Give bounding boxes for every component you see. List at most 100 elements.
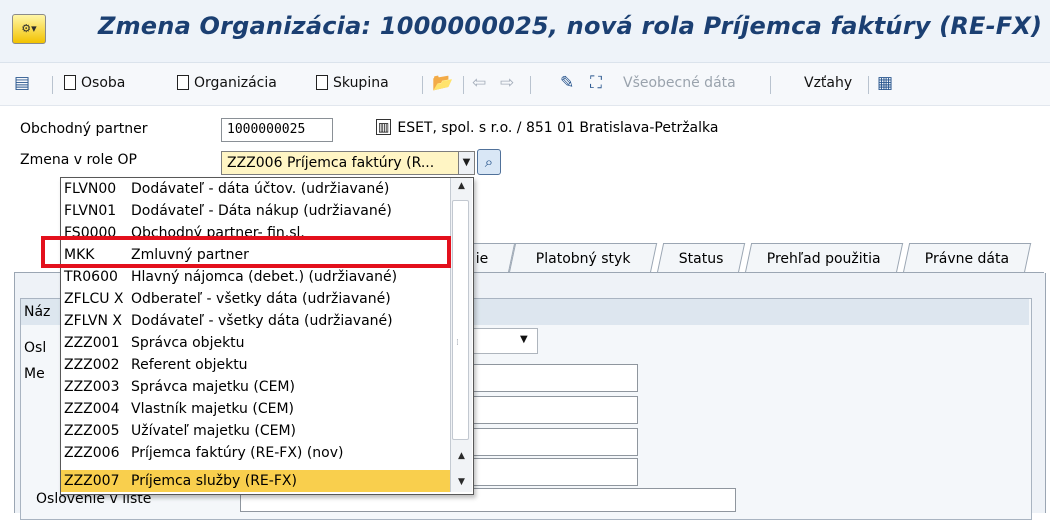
option-code: ZZZ006 (64, 445, 120, 461)
option-desc: Dodávateľ - Dáta nákup (udržiavané) (131, 203, 392, 219)
chevron-down-icon: ▼ (462, 157, 471, 168)
chevron-up-icon: ▲ (458, 181, 465, 191)
document-icon (64, 75, 76, 90)
scroll-up-button[interactable]: ▲ (451, 178, 472, 194)
option-desc: Príjemca faktúry (RE-FX) (nov) (131, 445, 344, 461)
toolbar-separator (422, 76, 423, 94)
dropdown-option-selected[interactable]: ZZZ007 Príjemca služby (RE-FX) (61, 470, 451, 492)
tab-legal-data[interactable]: Právne dáta (902, 243, 1032, 273)
option-code: ZFLCU X (64, 291, 124, 307)
option-desc: Správca majetku (CEM) (131, 379, 295, 395)
page-title: Zmena Organizácia: 1000000025, nová rola… (98, 12, 1043, 40)
settings-button[interactable]: ▦ (877, 69, 893, 97)
group-title: Náz (24, 304, 51, 320)
where-used-button[interactable]: ⛶ (590, 69, 602, 97)
hierarchy-icon: ⛶ (590, 73, 602, 93)
option-desc: Príjemca služby (RE-FX) (131, 473, 297, 489)
dropdown-option[interactable]: ZZZ006 Príjemca faktúry (RE-FX) (nov) (61, 442, 451, 464)
previous-button[interactable]: ⇦ (472, 69, 486, 97)
tab-label: Právne dáta (924, 251, 1009, 267)
dropdown-option[interactable]: ZZZ003 Správca majetku (CEM) (61, 376, 451, 398)
title-bar: ⚙▾ Zmena Organizácia: 1000000025, nová r… (0, 0, 1050, 63)
role-label: Zmena v role OP (20, 152, 137, 168)
option-code: FLVN01 (64, 203, 117, 219)
option-code: ZFLVN X (64, 313, 122, 329)
tab-label: Platobný styk (535, 251, 631, 267)
option-desc: Odberateľ - všetky dáta (udržiavané) (131, 291, 391, 307)
open-button[interactable]: 📂 (432, 69, 453, 97)
edit-display-toggle-button[interactable]: ✎ (560, 69, 574, 97)
name-field-label: Me (24, 366, 45, 382)
relationships-button[interactable]: Vzťahy (804, 69, 852, 97)
tab-usage-overview[interactable]: Prehľad použitia (744, 243, 904, 273)
option-desc: Hlavný nájomca (debet.) (udržiavané) (131, 269, 398, 285)
option-desc: Správca objektu (131, 335, 245, 351)
toolbar-separator (463, 76, 464, 94)
name-field-1[interactable] (470, 364, 638, 392)
dropdown-option[interactable]: ZZZ004 Vlastník majetku (CEM) (61, 398, 451, 420)
group-label: Skupina (333, 75, 389, 91)
option-code: FLVN00 (64, 181, 117, 197)
toggle-navigation-button[interactable]: ▤ (14, 69, 30, 97)
option-code: ZZZ001 (64, 335, 120, 351)
document-icon (316, 75, 328, 90)
dropdown-option[interactable]: FLVN00 Dodávateľ - dáta účtov. (udržiavan… (61, 178, 451, 200)
name-field-2[interactable] (470, 396, 638, 424)
toolbar-separator (770, 76, 771, 94)
grip-icon: ⁞ (456, 338, 459, 348)
dropdown-option[interactable]: ZFLCU X Odberateľ - všetky dáta (udržiava… (61, 288, 451, 310)
option-code: ZZZ003 (64, 379, 120, 395)
role-select[interactable]: ZZZ006 Príjemca faktúry (R... (221, 151, 459, 175)
role-dropdown-button[interactable]: ▼ (458, 151, 475, 175)
dropdown-option[interactable]: ZZZ002 Referent objektu (61, 354, 451, 376)
scroll-down-button[interactable]: ▼ (451, 474, 472, 490)
general-data-button[interactable]: Všeobecné dáta (623, 69, 736, 97)
scroll-up-button[interactable]: ▲ (451, 448, 472, 464)
option-desc: Dodávateľ - všetky dáta (udržiavané) (131, 313, 393, 329)
option-code: ZZZ007 (64, 473, 120, 489)
organization-icon: ▥ (376, 119, 392, 135)
partner-number-field[interactable]: 1000000025 (221, 118, 333, 142)
tab-label: ie (475, 251, 489, 267)
role-dropdown-list: FLVN00 Dodávateľ - dáta účtov. (udržiavan… (60, 177, 474, 495)
search-icon: ⌕ (484, 153, 494, 171)
tab-payment[interactable]: Platobný styk (508, 243, 658, 273)
tab-status[interactable]: Status (656, 243, 746, 273)
glasses-pencil-icon: ✎ (560, 73, 575, 93)
layout-icon: ▤ (14, 73, 31, 93)
chevron-down-icon[interactable]: ▼ (520, 334, 528, 345)
name-field-4[interactable] (470, 458, 638, 486)
option-code: TR0600 (64, 269, 118, 285)
scrollbar-thumb[interactable] (452, 200, 469, 440)
tab-label: Status (678, 251, 724, 267)
open-folder-icon: 📂 (432, 73, 454, 93)
dropdown-option[interactable]: ZZZ001 Správca objektu (61, 332, 451, 354)
table-settings-icon: ▦ (877, 73, 894, 93)
partner-description: ▥ ESET, spol. s r.o. / 851 01 Bratislava-… (376, 119, 718, 136)
transaction-menu-icon[interactable]: ⚙▾ (12, 14, 46, 44)
name-field-3[interactable] (470, 428, 638, 456)
option-desc: Vlastník majetku (CEM) (131, 401, 294, 417)
create-organization-button[interactable]: Organizácia (177, 69, 277, 97)
chevron-down-icon: ▼ (458, 477, 465, 487)
dropdown-option[interactable]: ZFLVN X Dodávateľ - všetky dáta (udržiava… (61, 310, 451, 332)
toolbar-separator (868, 76, 869, 94)
dropdown-option[interactable]: ZZZ005 Užívateľ majetku (CEM) (61, 420, 451, 442)
arrow-right-icon: ⇨ (500, 73, 515, 93)
application-toolbar: ▤ Osoba Organizácia Skupina 📂 ⇦ ⇨ ✎ ⛶ Vš… (0, 63, 1050, 106)
tab-label: Prehľad použitia (766, 251, 881, 267)
role-search-help-button[interactable]: ⌕ (477, 149, 501, 175)
partner-label: Obchodný partner (20, 121, 148, 137)
option-code: ZZZ002 (64, 357, 120, 373)
title-field-label: Osl (24, 340, 47, 356)
next-button[interactable]: ⇨ (500, 69, 514, 97)
dropdown-option[interactable]: TR0600 Hlavný nájomca (debet.) (udržiavan… (61, 266, 451, 288)
dropdown-option[interactable]: FLVN01 Dodávateľ - Dáta nákup (udržiavané… (61, 200, 451, 222)
chevron-up-icon: ▲ (458, 451, 465, 461)
person-label: Osoba (81, 75, 126, 91)
toolbar-separator (530, 76, 531, 94)
organization-label: Organizácia (194, 75, 277, 91)
create-group-button[interactable]: Skupina (316, 69, 389, 97)
option-desc: Referent objektu (131, 357, 248, 373)
create-person-button[interactable]: Osoba (64, 69, 125, 97)
